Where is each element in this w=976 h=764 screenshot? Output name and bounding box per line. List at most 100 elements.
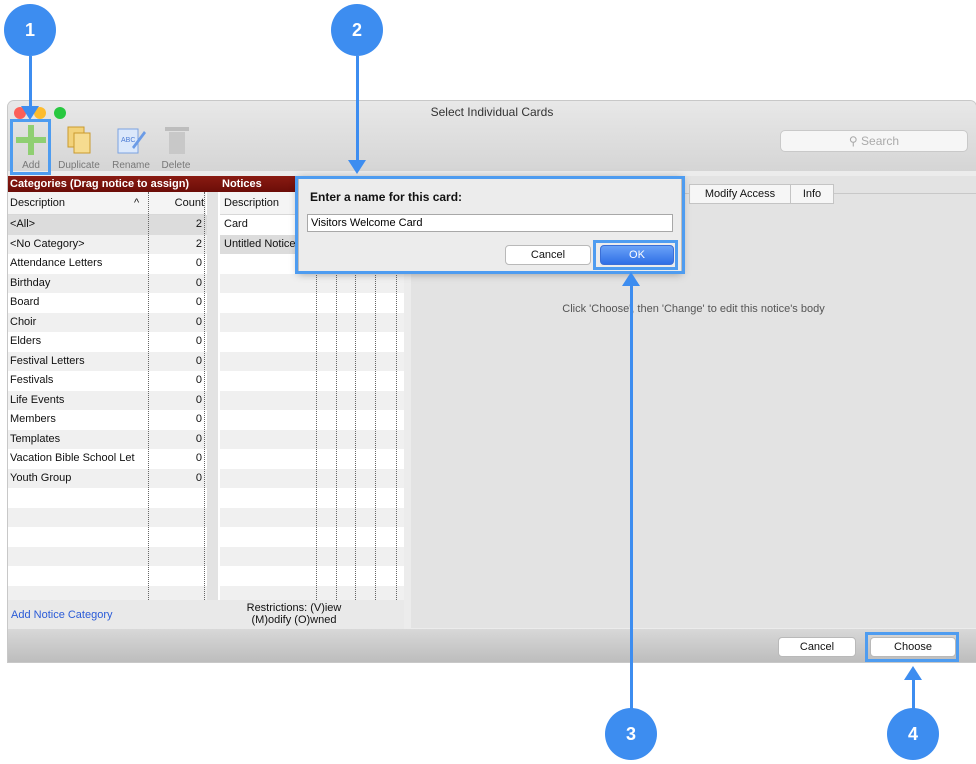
category-name: <All> (10, 218, 36, 230)
tab-info[interactable]: Info (790, 184, 834, 204)
callout-badge-3: 3 (605, 708, 657, 760)
callout-line (29, 56, 32, 108)
category-row[interactable]: Elders 0 (8, 332, 207, 352)
category-row[interactable]: Choir 0 (8, 312, 207, 332)
empty-row (220, 566, 404, 586)
arrow-down-icon (348, 160, 366, 174)
category-row[interactable]: Birthday 0 (8, 273, 207, 293)
category-row[interactable]: Festival Letters 0 (8, 351, 207, 371)
title-bar: Select Individual Cards Add Duplicate AB… (8, 101, 976, 171)
arrow-down-icon (21, 106, 39, 120)
category-count: 0 (195, 471, 202, 484)
column-divider (316, 236, 317, 652)
category-name: Festivals (10, 374, 54, 386)
notices-list: Card Untitled Notice (220, 215, 404, 662)
category-name: Birthday (10, 276, 51, 289)
rename-label: Rename (112, 160, 150, 171)
empty-row (220, 351, 404, 371)
category-name: Members (10, 413, 56, 425)
search-field[interactable]: ⚲ Search (780, 130, 968, 152)
empty-row (8, 507, 207, 527)
category-count: 0 (195, 374, 202, 386)
category-row[interactable]: Vacation Bible School Let 0 (8, 449, 207, 469)
search-icon: ⚲ (848, 134, 858, 148)
categories-list: <All> 2 <No Category> 2 Attendance Letters 0 B… (8, 215, 207, 662)
callout-badge-4: 4 (887, 708, 939, 760)
add-notice-category-link[interactable]: Add Notice Category (11, 609, 113, 621)
edit-hint-text: Click 'Choose', then 'Change' to edit th… (562, 303, 825, 315)
empty-row (220, 507, 404, 527)
category-row[interactable]: <No Category> 2 (8, 234, 207, 254)
cancel-button[interactable]: Cancel (778, 637, 856, 657)
rename-button[interactable]: ABC Rename (108, 123, 154, 175)
category-count: 0 (195, 432, 202, 445)
callout-highlight-add (10, 119, 51, 175)
column-divider (204, 192, 205, 652)
empty-row (8, 527, 207, 547)
lists-footer: Add Notice Category Restrictions: (V)iew… (8, 600, 404, 630)
empty-row (220, 273, 404, 293)
tab-modify-access[interactable]: Modify Access (689, 184, 791, 204)
column-divider (336, 236, 337, 652)
callout-line (630, 286, 633, 710)
category-row[interactable]: Youth Group 0 (8, 468, 207, 488)
category-count: 0 (195, 296, 202, 308)
empty-row (8, 566, 207, 586)
category-count: 2 (195, 218, 202, 230)
category-name: Youth Group (10, 471, 72, 484)
callout-highlight-ok (593, 240, 678, 270)
restrictions-legend: Restrictions: (V)iew (M)odify (O)wned (246, 602, 342, 626)
empty-row (220, 527, 404, 547)
category-row[interactable]: Life Events 0 (8, 390, 207, 410)
category-name: Elders (10, 335, 42, 347)
categories-header: Categories (Drag notice to assign) (8, 176, 219, 192)
category-name: Board (10, 296, 40, 308)
empty-row (220, 293, 404, 313)
callout-line (356, 56, 359, 160)
category-name: Choir (10, 315, 37, 328)
column-divider (396, 236, 397, 652)
window-title: Select Individual Cards (430, 105, 554, 119)
sort-ascending-icon: ^ (134, 197, 140, 209)
category-description-column-header[interactable]: Description ^ (8, 192, 150, 215)
category-row[interactable]: Members 0 (8, 410, 207, 430)
category-name: Templates (10, 432, 61, 445)
empty-row (220, 390, 404, 410)
category-row[interactable]: Festivals 0 (8, 371, 207, 391)
empty-row (220, 410, 404, 430)
arrow-up-icon (904, 666, 922, 680)
count-column-header[interactable]: Count (149, 192, 206, 215)
category-count: 0 (195, 413, 202, 425)
category-row[interactable]: Templates 0 (8, 429, 207, 449)
empty-row (220, 429, 404, 449)
category-row[interactable]: <All> 2 (8, 215, 207, 235)
duplicate-icon (67, 126, 91, 154)
trash-icon (165, 127, 189, 154)
duplicate-button[interactable]: Duplicate (54, 123, 104, 175)
delete-label: Delete (161, 160, 191, 171)
category-row[interactable]: Board 0 (8, 293, 207, 313)
duplicate-label: Duplicate (58, 160, 100, 171)
empty-row (8, 546, 207, 566)
pane-splitter[interactable] (207, 192, 218, 660)
callout-highlight-choose (865, 632, 959, 662)
category-name: <No Category> (10, 237, 85, 250)
empty-row (220, 371, 404, 391)
category-count: 0 (195, 257, 202, 269)
category-count: 0 (195, 393, 202, 406)
rename-icon: ABC (117, 128, 146, 154)
category-row[interactable]: Attendance Letters 0 (8, 254, 207, 274)
empty-row (220, 546, 404, 566)
empty-row (220, 449, 404, 469)
empty-row (8, 488, 207, 508)
search-placeholder: Search (861, 134, 900, 148)
category-name: Attendance Letters (10, 257, 103, 269)
category-name: Vacation Bible School Let (10, 452, 135, 464)
column-divider (375, 236, 376, 652)
empty-row (220, 468, 404, 488)
empty-row (220, 488, 404, 508)
callout-badge-2: 2 (331, 4, 383, 56)
callout-line (912, 680, 915, 710)
delete-button[interactable]: Delete (156, 123, 196, 175)
category-count: 0 (195, 315, 202, 328)
